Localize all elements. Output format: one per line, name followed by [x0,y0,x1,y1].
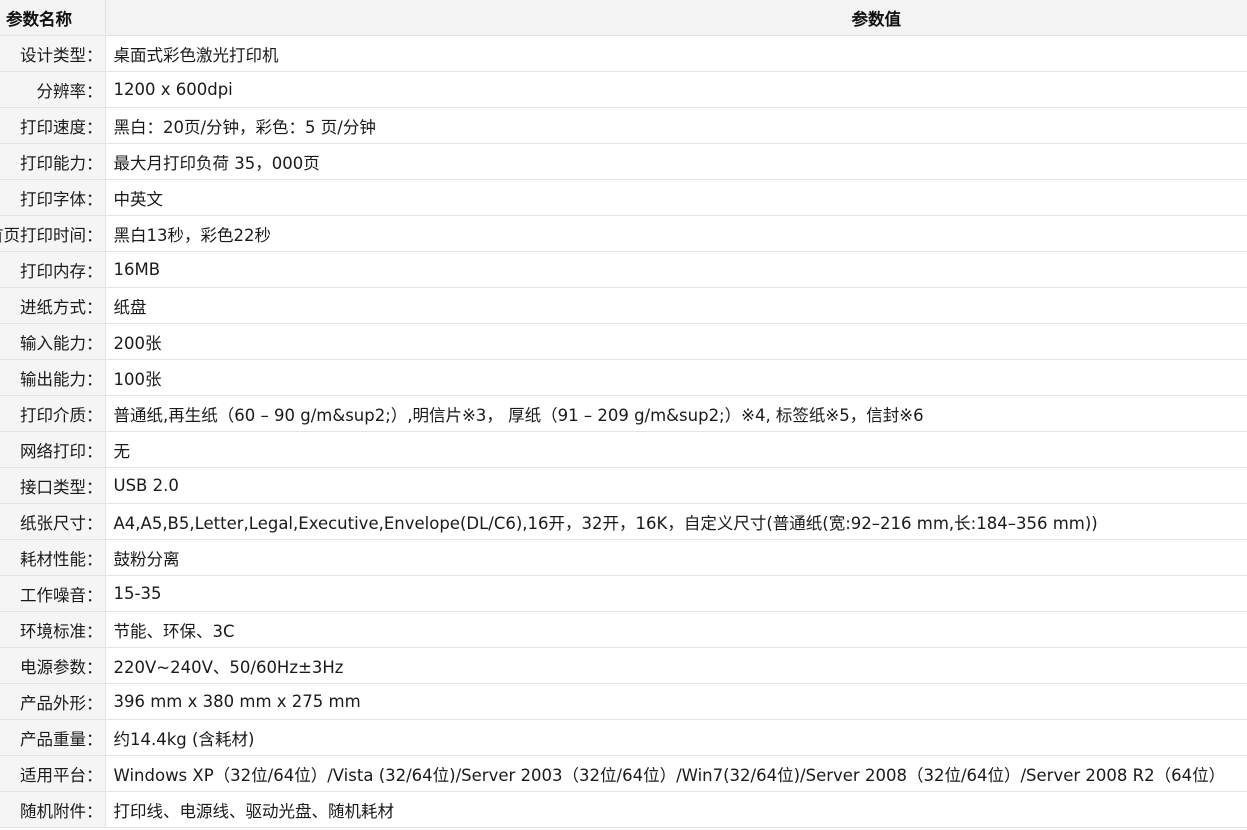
param-name-cell: 打印能力： [0,143,106,180]
param-name: 分辨率： [36,81,103,101]
param-value: 约14.4kg (含耗材) [105,719,1247,756]
param-name: 首页打印时间： [0,225,103,245]
param-name-cell: 工作噪音： [0,575,106,612]
param-name-cell: 打印字体： [0,179,106,216]
param-name-cell: 打印介质： [0,395,106,432]
param-name: 接口类型： [20,477,103,497]
param-name: 纸张尺寸： [20,513,103,533]
table-row: 适用平台： Windows XP（32位/64位）/Vista (32/64位)/… [0,755,1247,792]
param-value: 中英文 [105,179,1247,216]
param-name-cell: 接口类型： [0,467,106,504]
table-header-row: 参数名称 参数值 [0,0,1247,36]
param-name: 随机附件： [20,801,103,821]
param-name: 打印字体： [20,189,103,209]
spec-table: 参数名称 参数值 设计类型： 桌面式彩色激光打印机 分辨率： 1200 x 600dp… [0,0,1247,828]
param-name: 产品重量： [20,729,103,749]
param-value: 1200 x 600dpi [105,71,1247,108]
table-row: 打印字体： 中英文 [0,179,1247,216]
table-row: 产品重量： 约14.4kg (含耗材) [0,719,1247,756]
param-name: 电源参数： [20,657,103,677]
column-header-name: 参数名称 [0,0,106,36]
param-name: 网络打印： [20,441,103,461]
param-name-cell: 随机附件： [0,791,106,828]
param-name: 适用平台： [20,765,103,785]
param-name: 输出能力： [20,369,103,389]
table-row: 进纸方式： 纸盘 [0,287,1247,324]
table-row: 纸张尺寸： A4,A5,B5,Letter,Legal,Executive,Env… [0,503,1247,540]
param-value: 打印线、电源线、驱动光盘、随机耗材 [105,791,1247,828]
param-value: 无 [105,431,1247,468]
param-name: 设计类型： [20,45,103,65]
param-name-cell: 设计类型： [0,35,106,72]
column-header-value: 参数值 [105,0,1247,36]
param-value: USB 2.0 [105,467,1247,504]
table-row: 电源参数： 220V~240V、50/60Hz±3Hz [0,647,1247,684]
param-name-cell: 纸张尺寸： [0,503,106,540]
param-name-cell: 首页打印时间： [0,215,106,252]
param-value: 桌面式彩色激光打印机 [105,35,1247,72]
table-row: 随机附件： 打印线、电源线、驱动光盘、随机耗材 [0,791,1247,828]
param-value: 普通纸,再生纸（60 – 90 g/m&sup2;）,明信片※3， 厚纸（91 … [105,395,1247,432]
param-name-cell: 网络打印： [0,431,106,468]
table-row: 输入能力： 200张 [0,323,1247,360]
table-row: 网络打印：无 [0,431,1247,468]
param-name-cell: 分辨率： [0,71,106,108]
param-value: 396 mm x 380 mm x 275 mm [105,683,1247,720]
param-name: 产品外形： [20,693,103,713]
param-value: 15-35 [105,575,1247,612]
param-value: 16MB [105,251,1247,288]
param-value: 纸盘 [105,287,1247,324]
param-name-cell: 适用平台： [0,755,106,792]
param-name-cell: 电源参数： [0,647,106,684]
table-row: 打印介质： 普通纸,再生纸（60 – 90 g/m&sup2;）,明信片※3， 厚… [0,395,1247,432]
spec-table-body: 设计类型： 桌面式彩色激光打印机 分辨率： 1200 x 600dpi 打印速度： 黑白：… [0,35,1247,828]
param-name-cell: 进纸方式： [0,287,106,324]
param-value: 节能、环保、3C [105,611,1247,648]
param-name: 进纸方式： [20,297,103,317]
param-name: 打印能力： [20,153,103,173]
table-row: 打印速度： 黑白：20页/分钟，彩色：5 页/分钟 [0,107,1247,144]
param-value: 鼓粉分离 [105,539,1247,576]
param-value: 黑白：20页/分钟，彩色：5 页/分钟 [105,107,1247,144]
param-name-cell: 产品重量： [0,719,106,756]
param-value: 200张 [105,323,1247,360]
param-value: A4,A5,B5,Letter,Legal,Executive,Envelope… [105,503,1247,540]
param-value: Windows XP（32位/64位）/Vista (32/64位)/Serve… [105,755,1247,792]
table-row: 打印能力： 最大月打印负荷 35，000页 [0,143,1247,180]
table-row: 设计类型： 桌面式彩色激光打印机 [0,35,1247,72]
param-value: 100张 [105,359,1247,396]
table-row: 输出能力： 100张 [0,359,1247,396]
param-name: 环境标准： [20,621,103,641]
table-row: 产品外形： 396 mm x 380 mm x 275 mm [0,683,1247,720]
table-row: 工作噪音： 15-35 [0,575,1247,612]
param-name-cell: 环境标准： [0,611,106,648]
param-value: 黑白13秒，彩色22秒 [105,215,1247,252]
param-name: 打印内存： [20,261,103,281]
param-name: 打印速度： [20,117,103,137]
param-name: 耗材性能： [20,549,103,569]
table-row: 环境标准： 节能、环保、3C [0,611,1247,648]
param-value: 最大月打印负荷 35，000页 [105,143,1247,180]
param-name: 工作噪音： [20,585,103,605]
table-row: 首页打印时间：黑白13秒，彩色22秒 [0,215,1247,252]
param-name-cell: 打印内存： [0,251,106,288]
param-name-cell: 打印速度： [0,107,106,144]
param-name: 打印介质： [20,405,103,425]
param-name-cell: 产品外形： [0,683,106,720]
param-name-cell: 输入能力： [0,323,106,360]
param-value: 220V~240V、50/60Hz±3Hz [105,647,1247,684]
param-name-cell: 输出能力： [0,359,106,396]
table-row: 分辨率： 1200 x 600dpi [0,71,1247,108]
table-row: 耗材性能： 鼓粉分离 [0,539,1247,576]
param-name-cell: 耗材性能： [0,539,106,576]
table-row: 接口类型： USB 2.0 [0,467,1247,504]
table-row: 打印内存： 16MB [0,251,1247,288]
param-name: 输入能力： [20,333,103,353]
